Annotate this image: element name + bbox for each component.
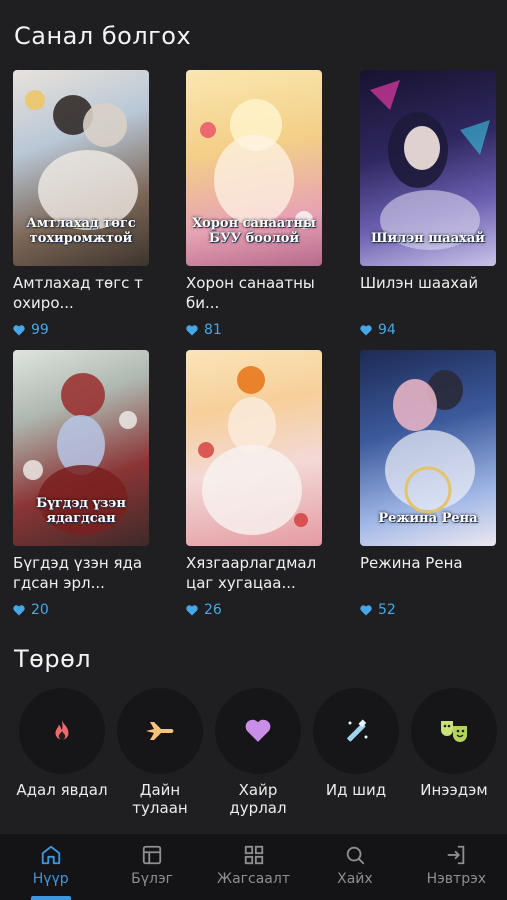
like-count: 99 [13, 322, 149, 338]
like-count-value: 26 [204, 602, 222, 618]
nav-login[interactable]: Нэвтрэх [406, 834, 507, 900]
jet-icon [146, 722, 174, 740]
active-indicator [30, 896, 71, 900]
cover-title: Амтлахад төгс тохиромжтой [26, 216, 136, 246]
like-count-value: 81 [204, 322, 222, 338]
comic-cover[interactable] [186, 350, 322, 546]
nav-chapters[interactable]: Бүлэг [101, 834, 202, 900]
heart-icon [186, 324, 198, 335]
genre-title: Төрөл [14, 645, 92, 673]
nav-search[interactable]: Хайх [304, 834, 405, 900]
fire-icon [55, 720, 69, 740]
cover-art [198, 366, 308, 535]
comic-card[interactable]: Хорон санаатны БУУ боолой Хорон санаатны… [186, 70, 322, 338]
comic-cover[interactable]: Амтлахад төгс тохиромжтой [13, 70, 149, 266]
genre-list: Адал явдал Дайн тулаан Хайр дурлал Ид ши… [0, 688, 507, 818]
comic-cover[interactable]: Бүгдэд үзэн ядагдсан [13, 350, 149, 546]
genre-adventure[interactable]: Адал явдал [14, 688, 110, 799]
genre-label: Дайн тулаан [132, 781, 188, 817]
comic-card[interactable]: Амтлахад төгс тохиромжтой Амтлахад төгс … [13, 70, 149, 338]
cover-title: Режина Рена [378, 510, 478, 526]
genre-label: Инээдэм [420, 781, 488, 799]
like-count-value: 52 [378, 602, 396, 618]
recommended-title: Санал болгох [14, 22, 192, 50]
genre-icon-button[interactable] [313, 688, 399, 774]
bottom-nav: Нүүр Бүлэг Жагсаалт Хайх Нэвтрэх [0, 834, 507, 900]
genre-label: Ид шид [325, 781, 387, 799]
login-icon [448, 845, 465, 865]
nav-label: Жагсаалт [217, 871, 290, 887]
genre-magic[interactable]: Ид шид [308, 688, 404, 799]
heart-icon [360, 324, 372, 335]
comic-cover[interactable]: Шилэн шаахай [360, 70, 496, 266]
genre-icon-button[interactable] [117, 688, 203, 774]
comic-card[interactable]: Шилэн шаахай Шилэн шаахай 94 [360, 70, 496, 338]
like-count: 20 [13, 602, 149, 618]
heart-icon [13, 604, 25, 615]
genre-label: Адал явдал [16, 781, 108, 799]
comic-card[interactable]: Режина Рена Режина Рена 52 [360, 350, 496, 618]
nav-home[interactable]: Нүүр [0, 834, 101, 900]
heart-icon [13, 324, 25, 335]
genre-label: Хайр дурлал [229, 781, 287, 817]
nav-label: Нэвтрэх [426, 871, 487, 887]
genre-comedy[interactable]: Инээдэм [406, 688, 502, 799]
genre-war[interactable]: Дайн тулаан [112, 688, 208, 817]
nav-list[interactable]: Жагсаалт [203, 834, 304, 900]
layout-icon [142, 845, 162, 865]
cover-title: Шилэн шаахай [371, 230, 485, 246]
comic-cover[interactable]: Хорон санаатны БУУ боолой [186, 70, 322, 266]
like-count-value: 99 [31, 322, 49, 338]
magic-wand-icon [347, 719, 368, 742]
home-icon [41, 845, 60, 865]
comic-title[interactable]: Бүгдэд үзэн ядагдсан эрл... [13, 553, 149, 593]
nav-label: Нүүр [32, 871, 69, 887]
cover-title: Хорон санаатны БУУ боолой [192, 216, 316, 246]
heart-icon [245, 719, 271, 742]
cover-title: Бүгдэд үзэн ядагдсан [36, 496, 126, 526]
heart-icon [186, 604, 198, 615]
comic-cover[interactable]: Режина Рена [360, 350, 496, 546]
genre-romance[interactable]: Хайр дурлал [210, 688, 306, 817]
theater-masks-icon [441, 721, 467, 742]
comic-title[interactable]: Хязгаарлагдмал цаг хугацаа... [186, 553, 322, 593]
comic-title[interactable]: Амтлахад төгс тохиро... [13, 273, 149, 313]
like-count: 52 [360, 602, 496, 618]
comic-card[interactable]: Хязгаарлагдмал цаг хугацаа... 26 [186, 350, 322, 618]
comic-title[interactable]: Режина Рена [360, 553, 496, 593]
genre-icon-button[interactable] [215, 688, 301, 774]
like-count: 81 [186, 322, 322, 338]
like-count-value: 94 [378, 322, 396, 338]
like-count: 26 [186, 602, 322, 618]
heart-icon [360, 604, 372, 615]
nav-label: Хайх [337, 871, 373, 887]
like-count-value: 20 [31, 602, 49, 618]
genre-icon-button[interactable] [411, 688, 497, 774]
comic-title[interactable]: Шилэн шаахай [360, 273, 496, 313]
comic-card[interactable]: Бүгдэд үзэн ядагдсан Бүгдэд үзэн ядагдса… [13, 350, 149, 618]
comic-title[interactable]: Хорон санаатны би... [186, 273, 322, 313]
nav-label: Бүлэг [131, 871, 174, 887]
grid-icon [244, 845, 263, 865]
search-icon [346, 846, 365, 865]
like-count: 94 [360, 322, 496, 338]
genre-icon-button[interactable] [19, 688, 105, 774]
